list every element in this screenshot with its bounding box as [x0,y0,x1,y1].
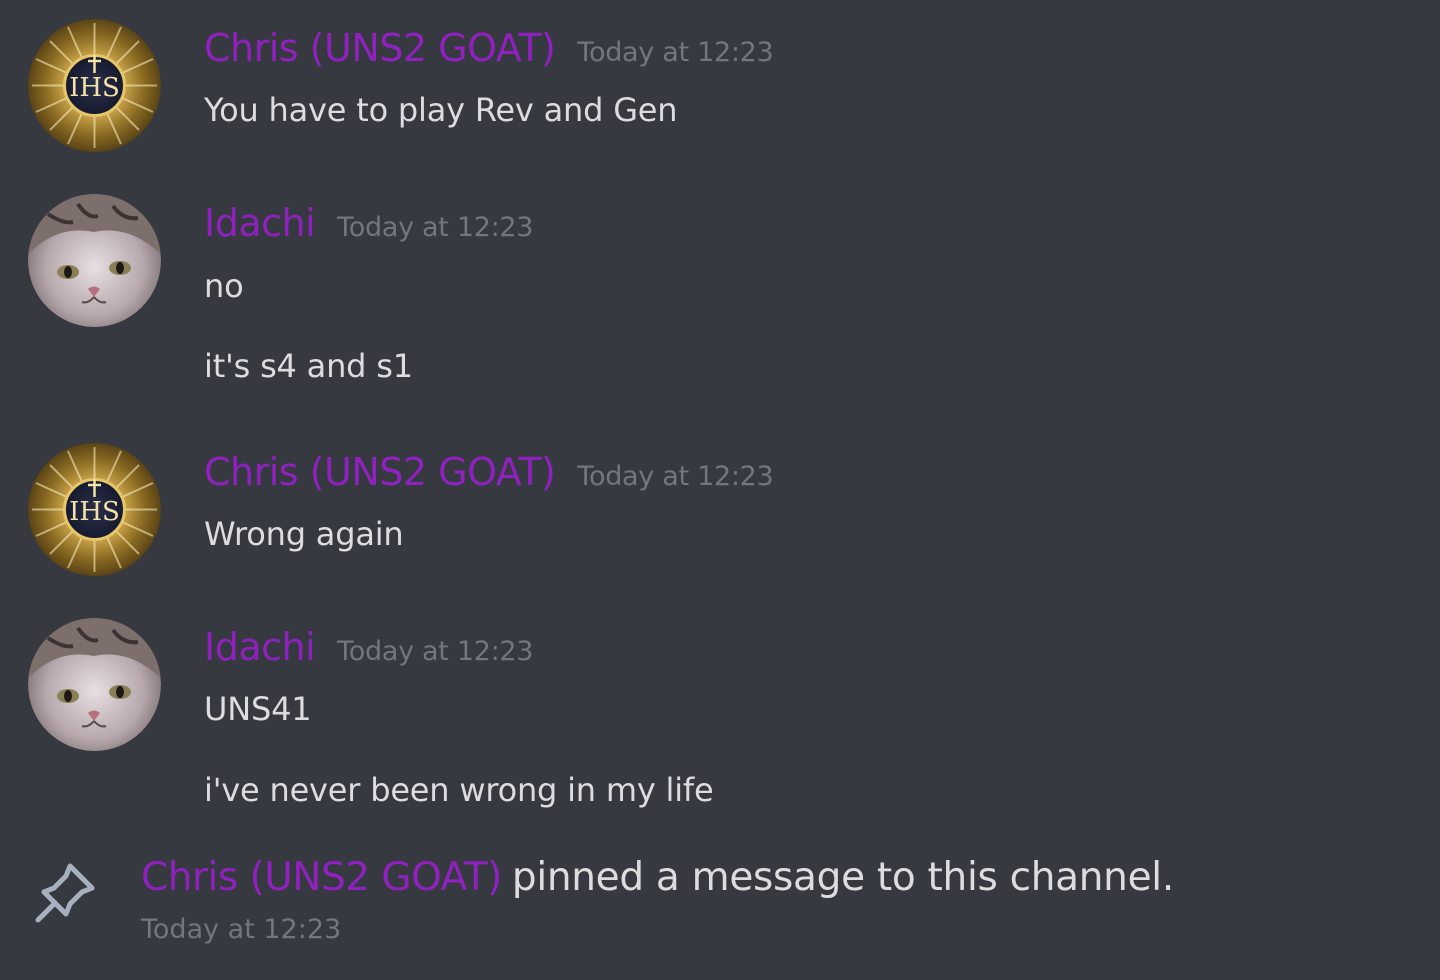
message-text: Wrong again [204,515,404,553]
pin-icon [35,863,95,923]
system-message-text[interactable]: pinned a message to this channel. [512,855,1174,900]
cat-avatar-icon [28,618,161,751]
message-text: i've never been wrong in my life [204,771,714,809]
timestamp[interactable]: Today at 12:23 [577,461,773,492]
message-header: Chris (UNS2 GOAT) Today at 12:23 [204,26,774,70]
message-header: Idachi Today at 12:23 [204,201,533,245]
svg-text:IHS: IHS [69,497,120,527]
message-text: You have to play Rev and Gen [204,91,678,129]
username[interactable]: Idachi [204,625,316,669]
username[interactable]: Chris (UNS2 GOAT) [204,26,556,70]
timestamp[interactable]: Today at 12:23 [337,636,533,667]
username[interactable]: Chris (UNS2 GOAT) [204,450,556,494]
chat-log: IHS Chris (UNS2 GOAT) Today at 12:23 You … [0,0,1440,980]
message-header: Chris (UNS2 GOAT) Today at 12:23 [204,450,774,494]
ihs-emblem-icon: IHS [28,443,161,576]
message-text: it's s4 and s1 [204,347,413,385]
message-text: UNS41 [204,690,312,728]
user-avatar[interactable]: IHS [28,19,161,152]
system-message-line: Chris (UNS2 GOAT) pinned a message to thi… [141,855,1174,900]
timestamp[interactable]: Today at 12:23 [577,37,773,68]
system-timestamp[interactable]: Today at 12:23 [141,914,341,945]
user-avatar[interactable] [28,618,161,751]
svg-text:IHS: IHS [69,73,120,103]
username[interactable]: Idachi [204,201,316,245]
ihs-emblem-icon: IHS [28,19,161,152]
system-username[interactable]: Chris (UNS2 GOAT) [141,855,502,900]
timestamp[interactable]: Today at 12:23 [337,212,533,243]
cat-avatar-icon [28,194,161,327]
message-header: Idachi Today at 12:23 [204,625,533,669]
message-text: no [204,267,244,305]
user-avatar[interactable]: IHS [28,443,161,576]
user-avatar[interactable] [28,194,161,327]
